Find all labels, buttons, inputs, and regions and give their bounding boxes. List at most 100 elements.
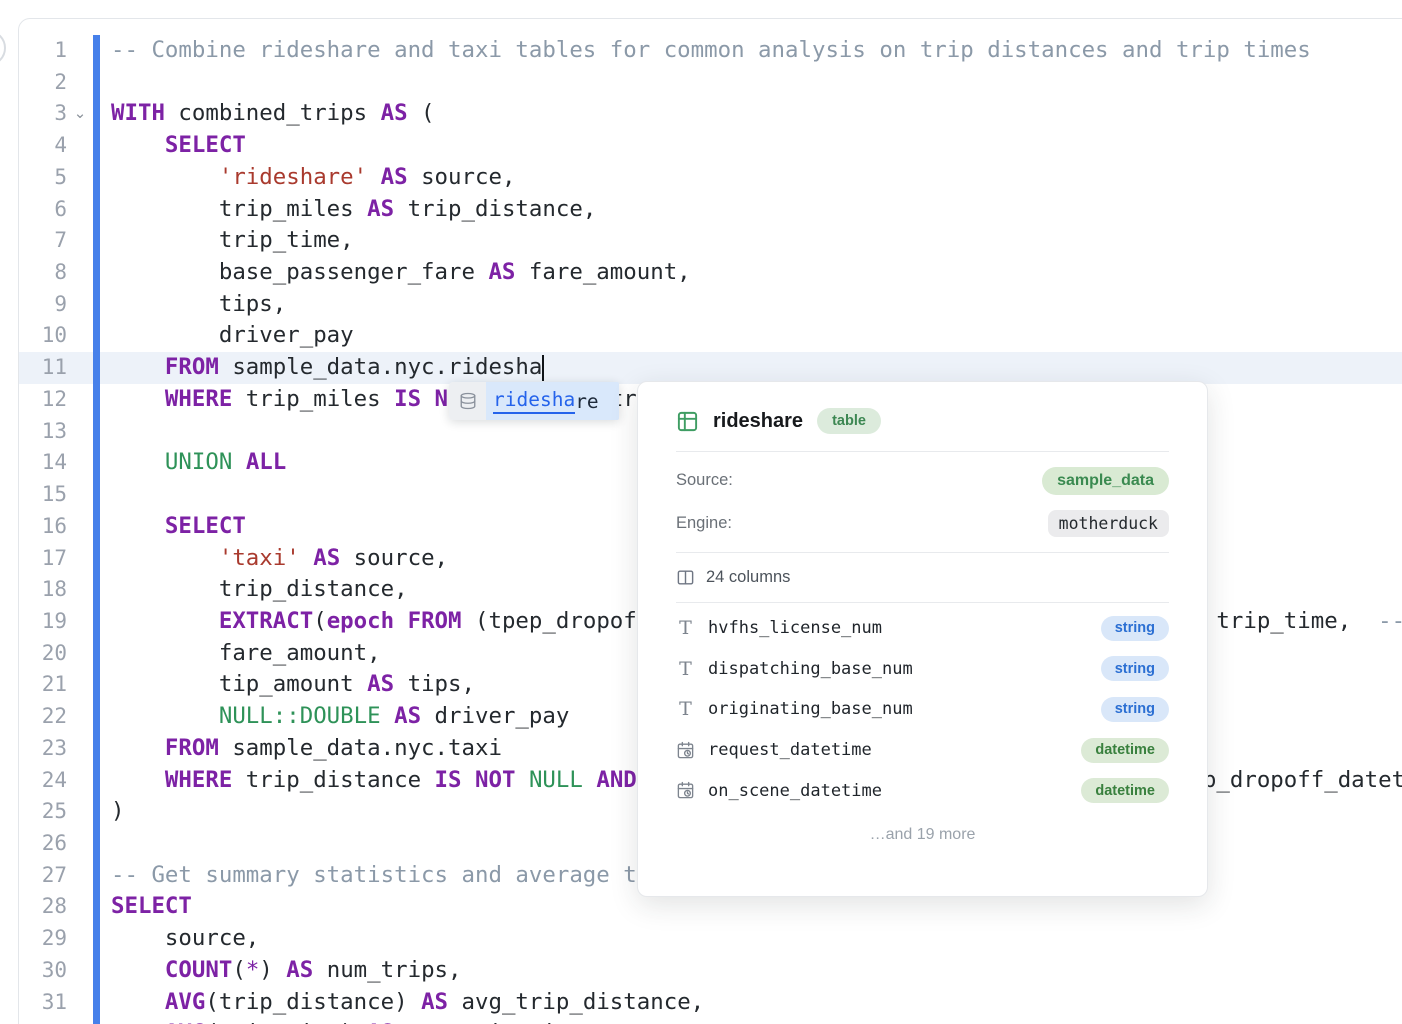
code-line[interactable]: 5 'rideshare' AS source,	[19, 162, 1402, 194]
code-line[interactable]: 29 source,	[19, 923, 1402, 955]
code-line[interactable]: 4 SELECT	[19, 130, 1402, 162]
fold-gutter	[67, 638, 93, 670]
code-line[interactable]: 1 -- Combine rideshare and taxi tables fo…	[19, 35, 1402, 67]
column-name: on_scene_datetime	[708, 781, 882, 801]
line-number[interactable]: 19	[19, 606, 67, 638]
autocomplete-option-rideshare[interactable]: rideshare	[486, 382, 619, 420]
code-text[interactable]: FROM sample_data.nyc.taxi	[111, 733, 502, 765]
code-text[interactable]: AVG(trip_distance) AS avg_trip_distance,	[111, 987, 704, 1019]
code-text[interactable]: tip_amount AS tips,	[111, 669, 475, 701]
code-line[interactable]: 32 AVG(trip_time) AS avg_trip_time,	[19, 1018, 1402, 1024]
code-line[interactable]: 10 driver_pay	[19, 320, 1402, 352]
code-line[interactable]: 2	[19, 67, 1402, 99]
line-number[interactable]: 9	[19, 289, 67, 321]
line-number[interactable]: 25	[19, 796, 67, 828]
changed-line-bar	[93, 606, 100, 638]
code-text[interactable]: SELECT	[111, 130, 246, 162]
code-token: (trip_time)	[205, 1020, 367, 1024]
code-text[interactable]: 'rideshare' AS source,	[111, 162, 515, 194]
code-token: trip_miles	[232, 386, 394, 412]
line-number[interactable]: 13	[19, 416, 67, 448]
line-number[interactable]: 14	[19, 447, 67, 479]
panel-handle-circle[interactable]	[0, 30, 6, 66]
code-line[interactable]: 7 trip_time,	[19, 225, 1402, 257]
line-number[interactable]: 16	[19, 511, 67, 543]
code-text[interactable]: )	[111, 796, 124, 828]
line-number[interactable]: 31	[19, 987, 67, 1019]
line-number[interactable]: 11	[19, 352, 67, 384]
fold-gutter	[67, 606, 93, 638]
code-token	[111, 1020, 165, 1024]
code-line[interactable]: 11 FROM sample_data.nyc.ridesha	[19, 352, 1402, 384]
changed-line-bar	[93, 384, 100, 416]
code-text[interactable]: NULL::DOUBLE AS driver_pay	[111, 701, 569, 733]
changed-line-bar	[93, 860, 100, 892]
line-number[interactable]: 26	[19, 828, 67, 860]
line-number[interactable]: 8	[19, 257, 67, 289]
code-text[interactable]: trip_time,	[111, 225, 354, 257]
code-token: *	[246, 957, 259, 983]
line-number[interactable]: 17	[19, 543, 67, 575]
code-text[interactable]: driver_pay	[111, 320, 354, 352]
line-number[interactable]: 32	[19, 1018, 67, 1024]
code-token: num_trips,	[313, 957, 461, 983]
code-text[interactable]: COUNT(*) AS num_trips,	[111, 955, 462, 987]
code-text[interactable]: UNION ALL	[111, 447, 286, 479]
line-number[interactable]: 21	[19, 669, 67, 701]
code-text[interactable]: trip_miles AS trip_distance,	[111, 194, 596, 226]
code-line[interactable]: 30 COUNT(*) AS num_trips,	[19, 955, 1402, 987]
code-text[interactable]: WHERE trip_distance IS NOT NULL ANDtpep_…	[111, 765, 637, 797]
fold-gutter	[67, 796, 93, 828]
line-number[interactable]: 30	[19, 955, 67, 987]
code-text[interactable]: SELECT	[111, 891, 192, 923]
line-number[interactable]: 2	[19, 67, 67, 99]
line-number[interactable]: 12	[19, 384, 67, 416]
code-token: tip_amount	[111, 671, 367, 697]
code-text[interactable]: -- Combine rideshare and taxi tables for…	[111, 35, 1311, 67]
column-name-group: request_datetime	[676, 740, 872, 760]
code-text[interactable]: trip_distance,	[111, 574, 408, 606]
code-text[interactable]: source,	[111, 923, 259, 955]
code-text[interactable]: WITH combined_trips AS (	[111, 98, 435, 130]
line-number[interactable]: 6	[19, 194, 67, 226]
line-number[interactable]: 29	[19, 923, 67, 955]
code-text[interactable]: AVG(trip_time) AS avg_trip_time,	[111, 1018, 596, 1024]
changed-line-bar	[93, 194, 100, 226]
line-number[interactable]: 7	[19, 225, 67, 257]
code-token: WHERE	[165, 767, 232, 793]
code-text[interactable]: tips,	[111, 289, 286, 321]
changed-line-bar	[93, 447, 100, 479]
line-number[interactable]: 18	[19, 574, 67, 606]
line-number[interactable]: 10	[19, 320, 67, 352]
line-number[interactable]: 20	[19, 638, 67, 670]
line-number[interactable]: 28	[19, 891, 67, 923]
line-number[interactable]: 4	[19, 130, 67, 162]
line-number[interactable]: 1	[19, 35, 67, 67]
code-line[interactable]: 9 tips,	[19, 289, 1402, 321]
line-number[interactable]: 24	[19, 765, 67, 797]
code-text[interactable]: base_passenger_fare AS fare_amount,	[111, 257, 691, 289]
line-number[interactable]: 15	[19, 479, 67, 511]
line-number[interactable]: 5	[19, 162, 67, 194]
line-number[interactable]: 22	[19, 701, 67, 733]
line-number[interactable]: 23	[19, 733, 67, 765]
code-line[interactable]: 6 trip_miles AS trip_distance,	[19, 194, 1402, 226]
code-token: sample_data.nyc.ridesha	[219, 354, 543, 380]
fold-gutter	[67, 733, 93, 765]
code-text[interactable]: FROM sample_data.nyc.ridesha	[111, 352, 542, 384]
code-line[interactable]: 31 AVG(trip_distance) AS avg_trip_distan…	[19, 987, 1402, 1019]
line-number[interactable]: 3	[19, 98, 67, 130]
code-text[interactable]: 'taxi' AS source,	[111, 543, 448, 575]
code-token	[515, 767, 528, 793]
fold-chevron-icon[interactable]: ⌄	[67, 98, 93, 130]
code-line[interactable]: 8 base_passenger_fare AS fare_amount,	[19, 257, 1402, 289]
code-line[interactable]: 3⌄ WITH combined_trips AS (	[19, 98, 1402, 130]
code-token	[111, 164, 219, 190]
line-number[interactable]: 27	[19, 860, 67, 892]
fold-gutter	[67, 289, 93, 321]
source-value-badge: sample_data	[1042, 467, 1169, 495]
table-name: rideshare	[713, 410, 803, 433]
column-name-group: on_scene_datetime	[676, 781, 882, 801]
code-text[interactable]: SELECT	[111, 511, 246, 543]
code-text[interactable]: fare_amount,	[111, 638, 381, 670]
